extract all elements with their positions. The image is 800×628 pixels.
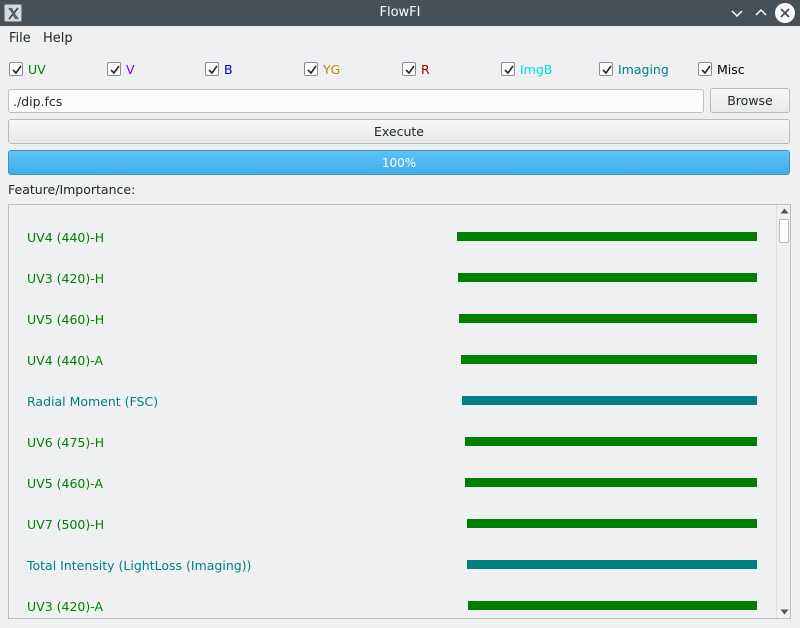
window-title: FlowFI bbox=[379, 5, 421, 20]
checkbox-box[interactable] bbox=[698, 62, 712, 76]
feature-name: UV3 (420)-A bbox=[27, 599, 104, 614]
maximize-icon[interactable] bbox=[751, 3, 771, 23]
checkbox-label-yg: YG bbox=[323, 62, 341, 77]
importance-bar bbox=[461, 355, 757, 364]
checkbox-label-r: R bbox=[421, 62, 430, 77]
importance-bar bbox=[467, 519, 757, 528]
list-item: UV5 (460)-H bbox=[9, 293, 775, 334]
checkbox-label-misc: Misc bbox=[717, 62, 745, 77]
feature-name: Total Intensity (LightLoss (Imaging)) bbox=[27, 558, 252, 573]
feature-name: UV7 (500)-H bbox=[27, 517, 105, 532]
scroll-up-icon[interactable] bbox=[780, 208, 789, 214]
checkbox-box[interactable] bbox=[304, 62, 318, 76]
importance-bar bbox=[458, 273, 757, 282]
feature-name: UV4 (440)-A bbox=[27, 353, 104, 368]
importance-bar bbox=[459, 314, 757, 323]
checkbox-box[interactable] bbox=[599, 62, 613, 76]
menu-help[interactable]: Help bbox=[43, 31, 73, 46]
importance-bar bbox=[465, 478, 757, 487]
checkbox-label-imgb: ImgB bbox=[520, 62, 553, 77]
title-bar: FlowFI bbox=[0, 0, 800, 26]
close-icon[interactable] bbox=[775, 3, 795, 23]
list-item: UV7 (500)-H bbox=[9, 498, 775, 539]
checkbox-label-imaging: Imaging bbox=[618, 62, 669, 77]
progress-bar: 100% bbox=[8, 150, 790, 175]
feature-name: UV4 (440)-H bbox=[27, 230, 105, 245]
checkbox-label-b: B bbox=[224, 62, 233, 77]
list-item: Radial Moment (FSC) bbox=[9, 375, 775, 416]
importance-bar bbox=[462, 396, 757, 405]
feature-name: UV6 (475)-H bbox=[27, 435, 105, 450]
feature-name: UV5 (460)-H bbox=[27, 312, 105, 327]
scrollbar-thumb[interactable] bbox=[779, 219, 789, 243]
scroll-down-icon[interactable] bbox=[780, 609, 789, 615]
file-path-input[interactable] bbox=[8, 89, 704, 113]
menu-file[interactable]: File bbox=[9, 31, 31, 46]
vertical-scrollbar[interactable] bbox=[776, 205, 790, 618]
checkbox-label-v: V bbox=[126, 62, 135, 77]
browse-button[interactable]: Browse bbox=[710, 88, 790, 113]
feature-name: UV5 (460)-A bbox=[27, 476, 104, 491]
progress-text: 100% bbox=[381, 156, 417, 170]
importance-bar bbox=[465, 437, 757, 446]
checkbox-label-uv: UV bbox=[28, 62, 46, 77]
importance-bar bbox=[457, 232, 757, 241]
list-item: Total Intensity (LightLoss (Imaging)) bbox=[9, 539, 775, 580]
feature-name: Radial Moment (FSC) bbox=[27, 394, 159, 409]
checkbox-box[interactable] bbox=[402, 62, 416, 76]
list-item: UV4 (440)-H bbox=[9, 211, 775, 252]
checkbox-box[interactable] bbox=[107, 62, 121, 76]
list-item: UV4 (440)-A bbox=[9, 334, 775, 375]
checkbox-box[interactable] bbox=[9, 62, 23, 76]
menu-bar: File Help bbox=[0, 27, 800, 50]
feature-importance-label: Feature/Importance: bbox=[8, 182, 136, 197]
minimize-icon[interactable] bbox=[727, 3, 747, 23]
checkbox-box[interactable] bbox=[205, 62, 219, 76]
execute-button[interactable]: Execute bbox=[8, 119, 790, 144]
importance-bar bbox=[468, 601, 757, 610]
channel-filter-row: UV V B YG R ImgB Imaging Misc bbox=[0, 58, 800, 82]
feature-name: UV3 (420)-H bbox=[27, 271, 105, 286]
list-item: UV3 (420)-H bbox=[9, 252, 775, 293]
importance-bar bbox=[467, 560, 757, 569]
list-item: UV5 (460)-A bbox=[9, 457, 775, 498]
list-item: UV3 (420)-A bbox=[9, 580, 775, 618]
feature-importance-list[interactable]: UV4 (440)-H UV3 (420)-H UV5 (460)-H UV4 … bbox=[8, 204, 791, 619]
checkbox-box[interactable] bbox=[501, 62, 515, 76]
list-item: UV6 (475)-H bbox=[9, 416, 775, 457]
